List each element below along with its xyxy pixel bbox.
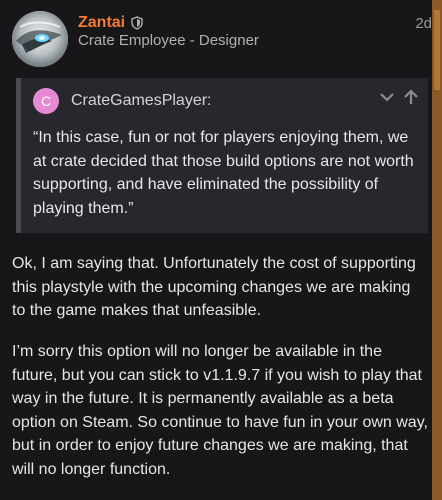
avatar[interactable] [12,11,68,67]
user-title: Crate Employee - Designer [78,32,259,49]
chevron-down-icon[interactable] [378,88,396,106]
post-paragraph: Ok, I am saying that. Unfortunately the … [12,255,416,319]
arrow-up-icon[interactable] [402,88,420,106]
quote-avatar[interactable]: C [33,88,59,114]
post-paragraph: I’m sorry this option will no longer be … [12,343,428,478]
shield-icon [131,16,143,30]
quote-header: C CrateGamesPlayer: [33,88,420,116]
quote-username[interactable]: CrateGamesPlayer: [71,92,212,110]
post-header: Zantai Crate Employee - Designer 2d [10,10,432,70]
post-date[interactable]: 2d [415,15,432,32]
username[interactable]: Zantai [78,14,143,32]
forum-post: Zantai Crate Employee - Designer 2d C Cr… [0,0,442,500]
quote-controls [378,88,420,106]
quote-text: “In this case, fun or not for players en… [33,129,414,217]
scrollbar-edge [432,0,442,500]
username-text[interactable]: Zantai [78,14,125,32]
quote-block: C CrateGamesPlayer: “In this case, fun o… [16,78,428,233]
